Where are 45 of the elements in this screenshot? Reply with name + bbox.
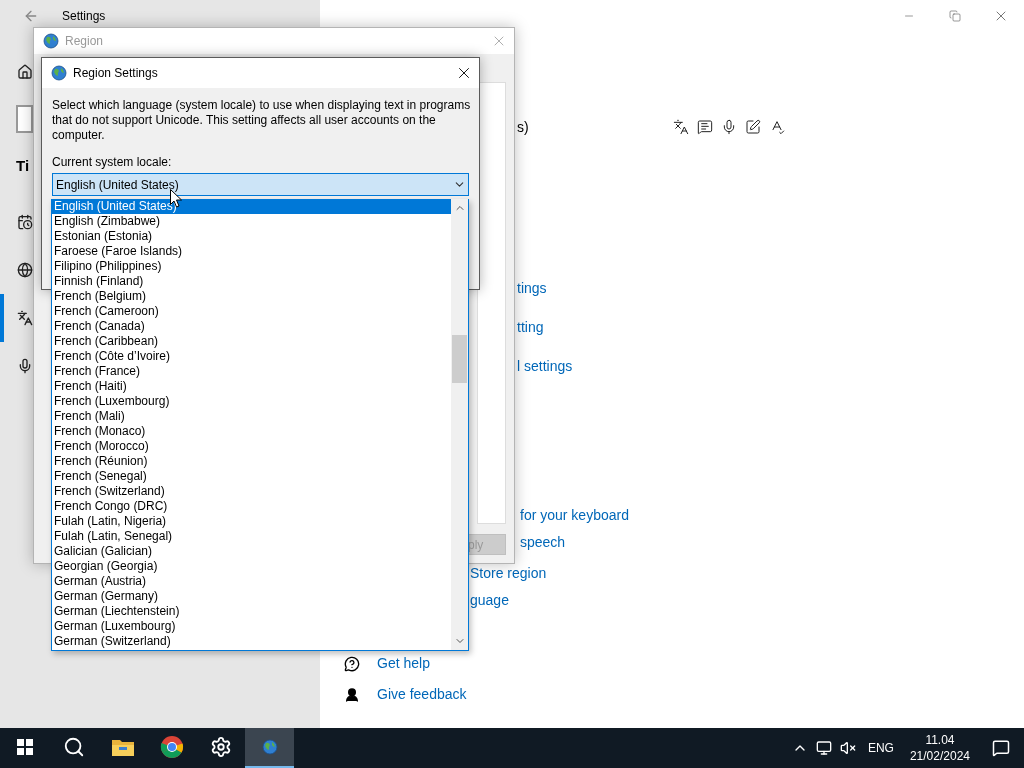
gear-icon	[209, 736, 232, 758]
back-arrow-icon[interactable]	[23, 8, 39, 24]
search-field[interactable]	[16, 105, 33, 133]
settings-link[interactable]: tings	[517, 269, 547, 308]
help-link[interactable]: Give feedback	[377, 679, 467, 710]
help-link[interactable]: Get help	[377, 648, 430, 679]
volume-muted-icon[interactable]	[839, 740, 856, 756]
input-language[interactable]: ENG	[859, 741, 902, 755]
microphone-icon	[17, 358, 33, 374]
settings-link[interactable]: Store region	[470, 560, 547, 587]
windows-logo-icon	[16, 739, 33, 755]
scrollbar[interactable]	[451, 199, 468, 650]
window-title: Settings	[62, 9, 106, 23]
home-icon[interactable]	[17, 64, 33, 80]
locale-dropdown[interactable]: English (United States)	[52, 173, 469, 196]
settings-link[interactable]: guage	[470, 587, 509, 614]
language-icon	[17, 310, 33, 326]
person-icon	[344, 686, 360, 703]
settings-link[interactable]: speech	[520, 529, 566, 556]
globe-icon	[51, 65, 67, 81]
dialog-title: Region Settings	[73, 66, 159, 80]
globe-icon	[17, 262, 33, 278]
clock[interactable]: 11.04 21/02/2024	[901, 732, 978, 764]
language-name: s)	[517, 119, 529, 135]
search-icon	[62, 736, 85, 758]
locale-label: Current system locale:	[52, 155, 173, 170]
calendar-clock-icon	[17, 214, 33, 230]
speech-bubble-icon	[696, 119, 713, 135]
folder-icon	[111, 738, 134, 756]
dropdown-option[interactable]: English (United States)	[52, 199, 451, 214]
description-text: Select which language (system locale) to use when displaying text in programs that do not support Unicode. This setting affects all user accounts on the computer.	[52, 98, 472, 143]
text-icon	[672, 119, 689, 135]
scrollbar-thumb[interactable]	[452, 335, 467, 383]
globe-icon	[43, 33, 59, 49]
help-icon	[344, 655, 360, 672]
pen-icon	[744, 119, 761, 135]
window-title: Region	[65, 34, 105, 48]
notifications-icon[interactable]	[992, 739, 1010, 757]
chrome-icon	[159, 735, 184, 759]
section-heading: Ti	[16, 156, 30, 176]
settings-link[interactable]: for your keyboard	[520, 502, 629, 529]
settings-link[interactable]: l settings	[517, 347, 573, 386]
network-icon[interactable]	[815, 740, 832, 756]
settings-link[interactable]: tting	[517, 308, 544, 347]
globe-icon	[261, 739, 278, 755]
